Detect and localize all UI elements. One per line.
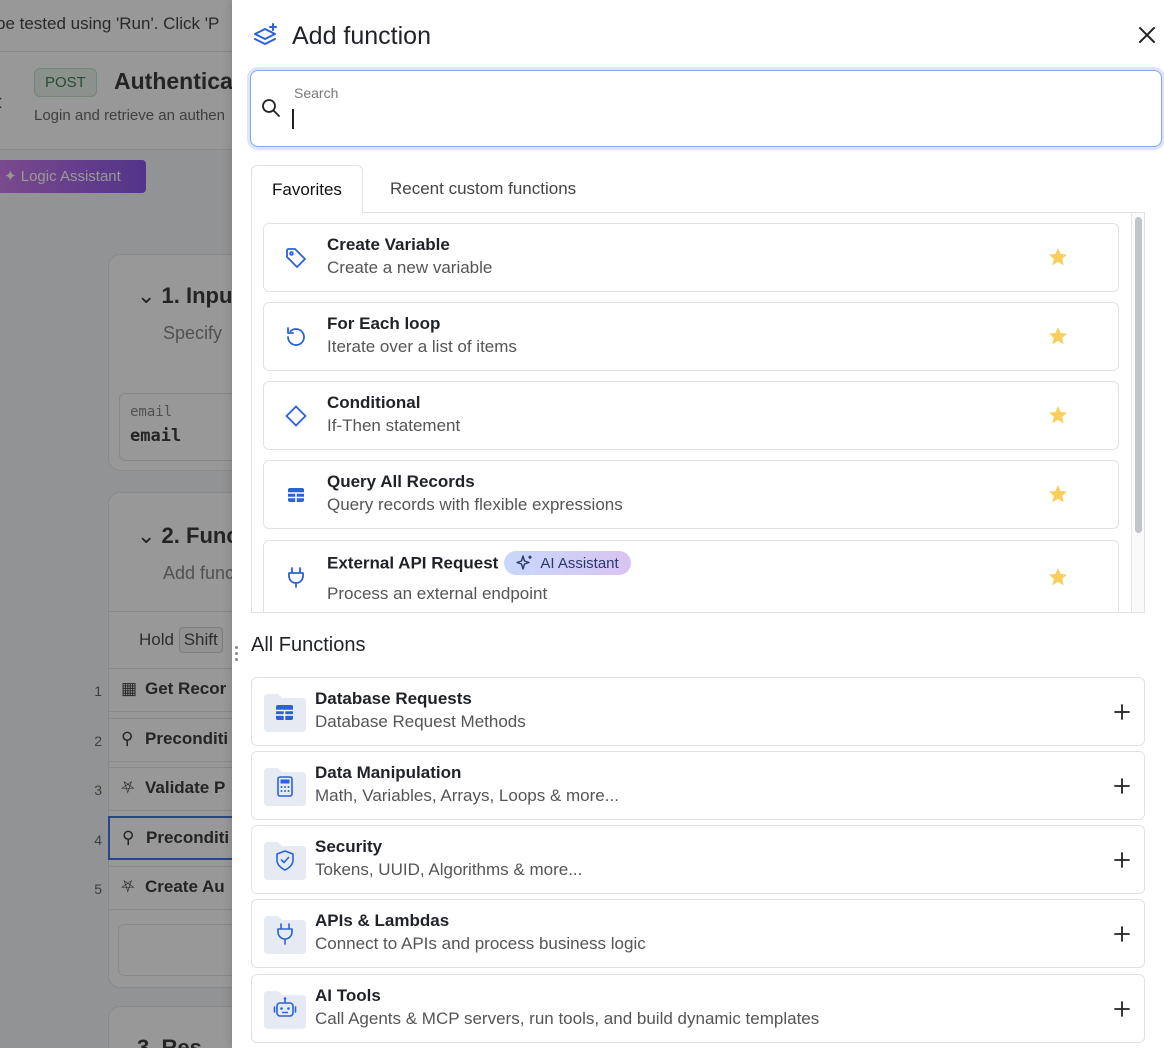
category-desc: Tokens, UUID, Algorithms & more... <box>315 860 583 879</box>
favorite-item-external-api-request[interactable]: External API Request AI Assistant Process… <box>263 540 1119 612</box>
plug-icon <box>264 916 306 954</box>
favorite-title: For Each loop <box>327 314 441 333</box>
favorite-item-for-each-loop[interactable]: For Each loop Iterate over a list of ite… <box>263 302 1119 371</box>
search-field[interactable]: Search <box>250 70 1162 147</box>
panel-header: Add function <box>252 18 431 54</box>
text-caret <box>292 109 294 129</box>
diamond-icon <box>285 405 307 427</box>
favorite-desc: Process an external endpoint <box>327 584 548 603</box>
scrollbar-thumb[interactable] <box>1135 217 1142 533</box>
favorite-title: Query All Records <box>327 472 475 491</box>
search-icon <box>262 99 280 117</box>
plus-icon[interactable] <box>1112 999 1132 1019</box>
tab-recent-custom-functions[interactable]: Recent custom functions <box>370 165 596 213</box>
layers-plus-icon <box>254 23 277 45</box>
category-title: AI Tools <box>315 986 381 1005</box>
category-desc: Connect to APIs and process business log… <box>315 934 646 953</box>
favorite-desc: If-Then statement <box>327 416 461 435</box>
favorite-desc: Iterate over a list of items <box>327 337 517 356</box>
favorite-item-create-variable[interactable]: Create Variable Create a new variable <box>263 223 1119 292</box>
search-input[interactable] <box>291 105 1151 135</box>
sparkle-icon <box>516 555 533 570</box>
search-label: Search <box>294 85 339 101</box>
category-database-requests[interactable]: Database Requests Database Request Metho… <box>251 677 1145 746</box>
plus-icon[interactable] <box>1112 776 1132 796</box>
tag-icon <box>286 248 306 268</box>
loop-icon <box>287 327 305 346</box>
plus-icon[interactable] <box>1112 924 1132 944</box>
ai-assistant-badge-label: AI Assistant <box>540 554 619 572</box>
all-functions-heading: All Functions <box>251 634 366 656</box>
favorite-item-query-all-records[interactable]: Query All Records Query records with fle… <box>263 460 1119 529</box>
star-icon[interactable] <box>1047 566 1069 588</box>
category-desc: Math, Variables, Arrays, Loops & more... <box>315 786 619 805</box>
category-ai-tools[interactable]: AI Tools Call Agents & MCP servers, run … <box>251 974 1145 1043</box>
ai-assistant-badge[interactable]: AI Assistant <box>504 551 631 575</box>
calculator-icon <box>264 768 306 806</box>
modal-backdrop[interactable] <box>0 0 232 1048</box>
close-icon[interactable] <box>1134 22 1160 48</box>
table-icon <box>288 488 304 502</box>
star-icon[interactable] <box>1047 246 1069 268</box>
category-title: APIs & Lambdas <box>315 911 450 930</box>
add-function-panel: Add function Search Favorites Recent cus… <box>232 0 1164 1048</box>
category-desc: Database Request Methods <box>315 712 526 731</box>
category-data-manipulation[interactable]: Data Manipulation Math, Variables, Array… <box>251 751 1145 820</box>
category-title: Data Manipulation <box>315 763 462 782</box>
category-security[interactable]: Security Tokens, UUID, Algorithms & more… <box>251 825 1145 894</box>
favorite-title: Create Variable <box>327 235 450 254</box>
star-icon[interactable] <box>1047 483 1069 505</box>
panel-title: Add function <box>292 21 431 50</box>
favorite-item-conditional[interactable]: Conditional If-Then statement <box>263 381 1119 450</box>
category-apis-lambdas[interactable]: APIs & Lambdas Connect to APIs and proce… <box>251 899 1145 968</box>
favorite-desc: Create a new variable <box>327 258 493 277</box>
robot-icon <box>264 991 306 1029</box>
favorite-title-text: External API Request <box>327 553 499 573</box>
function-tabs: Favorites Recent custom functions <box>251 165 1145 214</box>
database-table-icon <box>264 694 306 732</box>
star-icon[interactable] <box>1047 325 1069 347</box>
favorites-scrollbar[interactable] <box>1131 213 1144 612</box>
favorite-desc: Query records with flexible expressions <box>327 495 623 514</box>
favorite-title: External API Request AI Assistant <box>327 551 631 576</box>
plug-icon <box>288 567 304 588</box>
star-icon[interactable] <box>1047 404 1069 426</box>
favorites-list: Create Variable Create a new variable Fo… <box>251 213 1145 613</box>
resize-handle[interactable] <box>235 646 239 666</box>
tab-favorites[interactable]: Favorites <box>251 165 363 214</box>
favorite-title: Conditional <box>327 393 421 412</box>
plus-icon[interactable] <box>1112 850 1132 870</box>
shield-check-icon <box>264 842 306 880</box>
category-title: Security <box>315 837 383 856</box>
plus-icon[interactable] <box>1112 702 1132 722</box>
category-desc: Call Agents & MCP servers, run tools, an… <box>315 1009 820 1028</box>
category-title: Database Requests <box>315 689 472 708</box>
